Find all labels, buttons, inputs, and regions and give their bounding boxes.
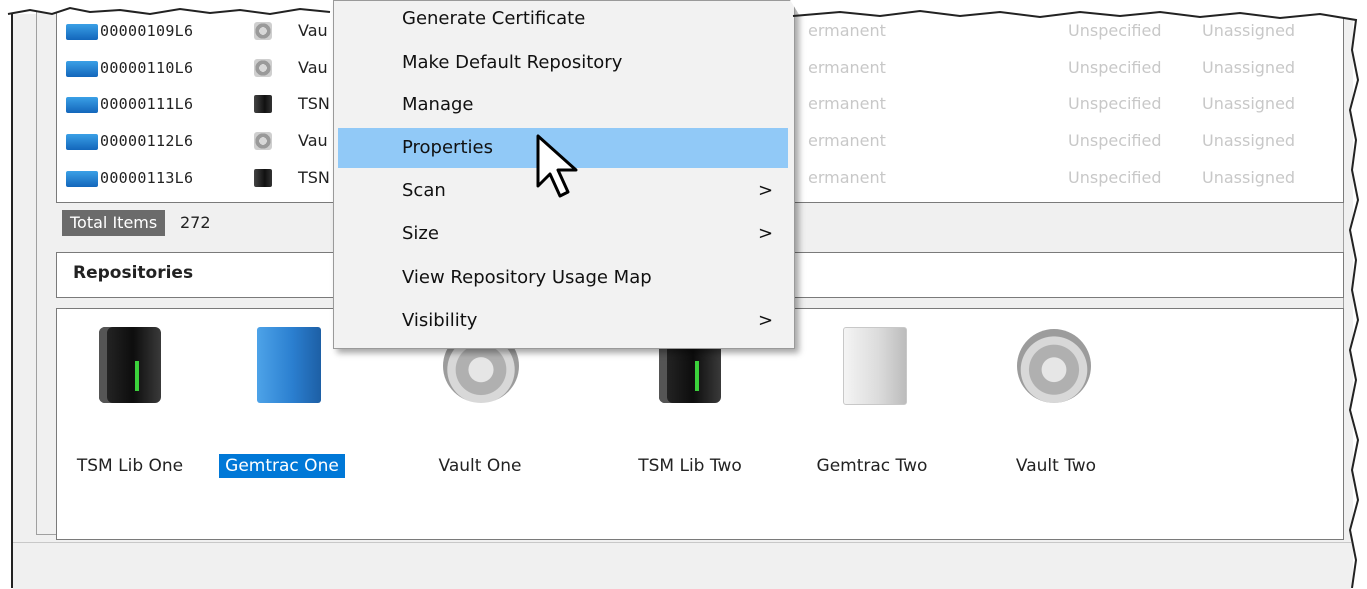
- location: Unspecified: [1068, 21, 1162, 40]
- menu-item-label: View Repository Usage Map: [402, 267, 652, 288]
- menu-item-visibility[interactable]: Visibility >: [338, 301, 788, 341]
- menu-item-make-default-repository[interactable]: Make Default Repository: [338, 43, 788, 83]
- owner: Unassigned: [1202, 168, 1296, 187]
- retention: ermanent: [808, 131, 886, 150]
- gemtrac-blue-icon: [257, 327, 321, 403]
- repository-label: TSM Lib One: [76, 456, 184, 476]
- submenu-arrow-icon: >: [758, 223, 774, 244]
- media-id: 00000110L6: [100, 59, 194, 77]
- tape-icon: [66, 134, 98, 150]
- tsm-library-icon: [99, 327, 161, 403]
- repository-label: TSM Lib Two: [638, 456, 742, 476]
- repository-name: TSN: [298, 94, 330, 113]
- vault-icon: [254, 132, 272, 150]
- repository-item[interactable]: Gemtrac Two: [797, 319, 947, 479]
- repository-name: TSN: [298, 168, 330, 187]
- menu-item-label: Size: [402, 223, 439, 244]
- menu-item-size[interactable]: Size >: [338, 214, 788, 254]
- retention: ermanent: [808, 94, 886, 113]
- tsm-library-icon: [254, 95, 272, 113]
- retention: ermanent: [808, 21, 886, 40]
- repository-name: Vau: [298, 21, 328, 40]
- menu-item-label: Manage: [402, 94, 474, 115]
- menu-item-label: Properties: [402, 137, 493, 158]
- menu-item-label: Generate Certificate: [402, 8, 586, 29]
- media-id: 00000109L6: [100, 22, 194, 40]
- repository-label: Vault Two: [1015, 456, 1097, 476]
- menu-item-label: Visibility: [402, 310, 478, 331]
- menu-item-manage[interactable]: Manage: [338, 85, 788, 125]
- location: Unspecified: [1068, 94, 1162, 113]
- retention: ermanent: [808, 58, 886, 77]
- menu-item-view-repository-usage-map[interactable]: View Repository Usage Map: [338, 258, 788, 298]
- owner: Unassigned: [1202, 21, 1296, 40]
- vault-icon: [1017, 329, 1091, 403]
- location: Unspecified: [1068, 131, 1162, 150]
- repository-label: Vault One: [438, 456, 522, 476]
- total-items-value: 272: [180, 213, 211, 232]
- tape-icon: [66, 61, 98, 77]
- total-items-label: Total Items: [62, 210, 166, 236]
- gemtrac-white-icon: [843, 327, 907, 405]
- location: Unspecified: [1068, 58, 1162, 77]
- menu-item-generate-certificate[interactable]: Generate Certificate: [338, 0, 788, 39]
- menu-item-label: Make Default Repository: [402, 52, 623, 73]
- tape-icon: [66, 171, 98, 187]
- section-title: Repositories: [73, 263, 194, 283]
- owner: Unassigned: [1202, 58, 1296, 77]
- submenu-arrow-icon: >: [758, 310, 774, 331]
- repository-item[interactable]: TSM Lib One: [55, 319, 205, 479]
- repository-label: Gemtrac One: [207, 453, 357, 479]
- bottom-band: [13, 542, 1351, 589]
- location: Unspecified: [1068, 168, 1162, 187]
- owner: Unassigned: [1202, 94, 1296, 113]
- app-window: 00000109L6 Vau ermanent Unspecified Unas…: [0, 0, 1367, 589]
- mouse-cursor-icon: [536, 134, 578, 198]
- media-id: 00000113L6: [100, 169, 194, 187]
- menu-item-label: Scan: [402, 180, 446, 201]
- vault-icon: [254, 22, 272, 40]
- retention: ermanent: [808, 168, 886, 187]
- media-id: 00000111L6: [100, 95, 194, 113]
- tape-icon: [66, 24, 98, 40]
- repository-label: Gemtrac Two: [816, 456, 928, 476]
- tsm-library-icon: [254, 169, 272, 187]
- repository-item[interactable]: Vault Two: [981, 319, 1131, 479]
- tape-icon: [66, 97, 98, 113]
- vault-icon: [254, 59, 272, 77]
- repository-name: Vau: [298, 58, 328, 77]
- media-id: 00000112L6: [100, 132, 194, 150]
- repository-name: Vau: [298, 131, 328, 150]
- submenu-arrow-icon: >: [758, 180, 774, 201]
- owner: Unassigned: [1202, 131, 1296, 150]
